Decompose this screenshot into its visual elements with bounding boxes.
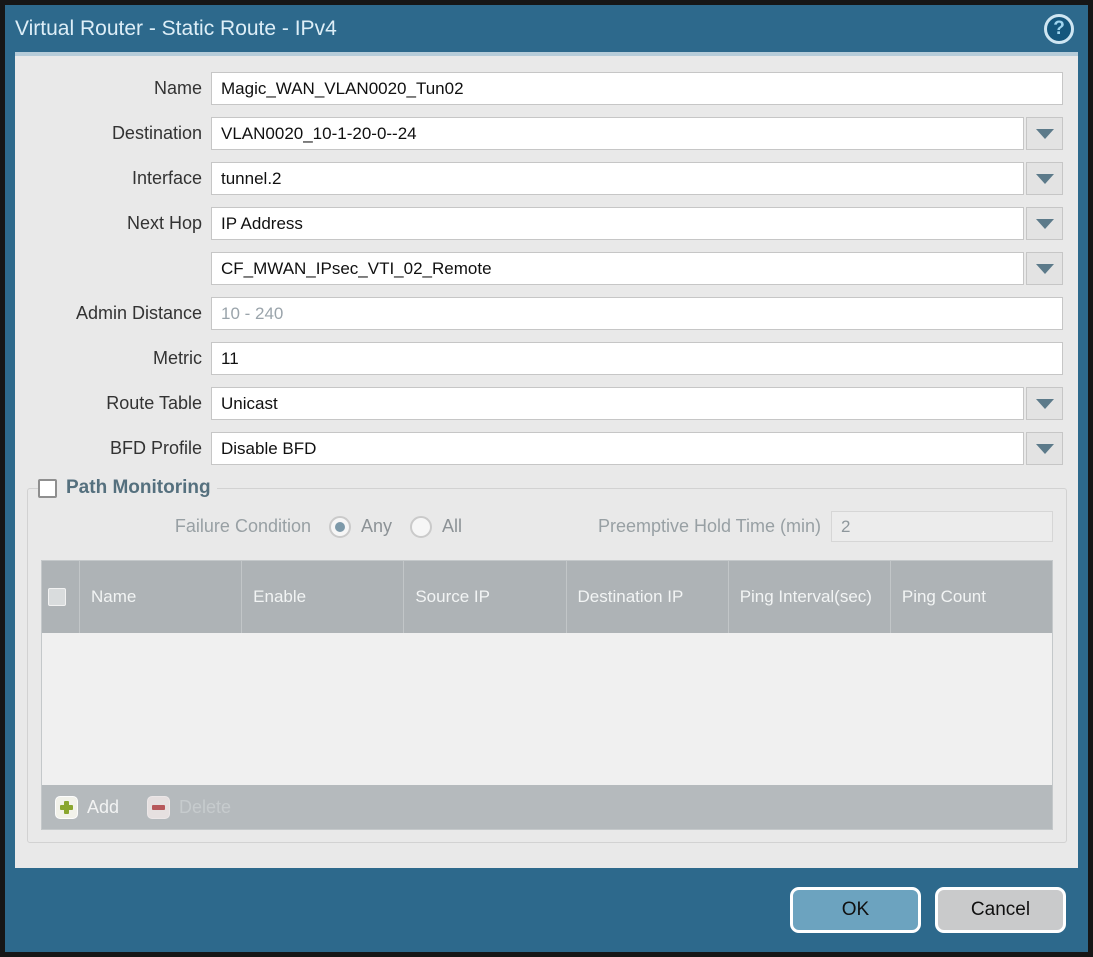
failure-condition-any-label: Any [361, 516, 392, 537]
help-icon[interactable]: ? [1044, 14, 1074, 44]
dialog-content: Name Destination Interface [15, 52, 1078, 868]
preemptive-hold-time-input[interactable] [831, 511, 1053, 542]
cancel-button[interactable]: Cancel [935, 887, 1066, 933]
destination-label: Destination [15, 123, 211, 144]
path-monitoring-table: Name Enable Source IP Destination IP Pin… [41, 560, 1053, 830]
failure-condition-all-radio[interactable] [410, 516, 432, 538]
metric-input[interactable] [211, 342, 1063, 375]
next-hop-address-dropdown-button[interactable] [1026, 252, 1063, 285]
add-button[interactable]: Add [55, 796, 119, 819]
form-row-interface: Interface [15, 162, 1063, 195]
column-header-destination-ip: Destination IP [566, 561, 728, 633]
ok-button[interactable]: OK [790, 887, 921, 933]
titlebar: Virtual Router - Static Route - IPv4 ? [5, 5, 1088, 52]
static-route-dialog: Virtual Router - Static Route - IPv4 ? N… [0, 0, 1093, 957]
interface-input[interactable] [211, 162, 1024, 195]
delete-button-label: Delete [179, 797, 231, 818]
metric-label: Metric [15, 348, 211, 369]
route-table-label: Route Table [15, 393, 211, 414]
route-table-input[interactable] [211, 387, 1024, 420]
form-row-destination: Destination [15, 117, 1063, 150]
next-hop-label: Next Hop [15, 213, 211, 234]
form-row-bfd-profile: BFD Profile [15, 432, 1063, 465]
interface-dropdown-button[interactable] [1026, 162, 1063, 195]
form-row-next-hop-address [15, 252, 1063, 285]
failure-condition-any-radio[interactable] [329, 516, 351, 538]
form-row-name: Name [15, 72, 1063, 105]
chevron-down-icon [1036, 399, 1054, 409]
path-monitoring-title: Path Monitoring [66, 477, 211, 499]
header-select-all-cell [42, 561, 79, 633]
admin-distance-input[interactable] [211, 297, 1063, 330]
form-row-next-hop: Next Hop [15, 207, 1063, 240]
table-header-row: Name Enable Source IP Destination IP Pin… [42, 561, 1052, 633]
bfd-profile-label: BFD Profile [15, 438, 211, 459]
preemptive-hold-time-group: Preemptive Hold Time (min) [598, 511, 1053, 542]
failure-condition-row: Failure Condition Any All Preemptive Hol… [41, 511, 1053, 542]
form-row-admin-distance: Admin Distance [15, 297, 1063, 330]
chevron-down-icon [1036, 129, 1054, 139]
chevron-down-icon [1036, 219, 1054, 229]
route-table-dropdown-button[interactable] [1026, 387, 1063, 420]
name-label: Name [15, 78, 211, 99]
next-hop-type-input[interactable] [211, 207, 1024, 240]
table-toolbar: Add Delete [42, 785, 1052, 829]
bfd-profile-input[interactable] [211, 432, 1024, 465]
path-monitoring-checkbox[interactable] [38, 479, 57, 498]
select-all-checkbox[interactable] [48, 588, 66, 606]
name-input[interactable] [211, 72, 1063, 105]
dialog-title: Virtual Router - Static Route - IPv4 [15, 17, 337, 41]
plus-icon [55, 796, 78, 819]
form-row-metric: Metric [15, 342, 1063, 375]
destination-input[interactable] [211, 117, 1024, 150]
bfd-profile-dropdown-button[interactable] [1026, 432, 1063, 465]
failure-condition-label: Failure Condition [41, 516, 311, 537]
delete-button[interactable]: Delete [147, 796, 231, 819]
chevron-down-icon [1036, 444, 1054, 454]
column-header-name: Name [79, 561, 241, 633]
interface-label: Interface [15, 168, 211, 189]
path-monitoring-section: Path Monitoring Failure Condition Any Al… [27, 477, 1067, 843]
minus-icon [147, 796, 170, 819]
column-header-enable: Enable [241, 561, 403, 633]
form-row-route-table: Route Table [15, 387, 1063, 420]
dialog-footer: OK Cancel [5, 868, 1088, 952]
chevron-down-icon [1036, 174, 1054, 184]
next-hop-address-input[interactable] [211, 252, 1024, 285]
path-monitoring-legend: Path Monitoring [38, 477, 217, 499]
static-route-form: Name Destination Interface [15, 56, 1078, 465]
column-header-ping-interval: Ping Interval(sec) [728, 561, 890, 633]
destination-dropdown-button[interactable] [1026, 117, 1063, 150]
admin-distance-label: Admin Distance [15, 303, 211, 324]
chevron-down-icon [1036, 264, 1054, 274]
next-hop-type-dropdown-button[interactable] [1026, 207, 1063, 240]
preemptive-hold-time-label: Preemptive Hold Time (min) [598, 516, 821, 537]
failure-condition-all-label: All [442, 516, 462, 537]
table-body-empty [42, 633, 1052, 785]
add-button-label: Add [87, 797, 119, 818]
column-header-ping-count: Ping Count [890, 561, 1052, 633]
column-header-source-ip: Source IP [403, 561, 565, 633]
